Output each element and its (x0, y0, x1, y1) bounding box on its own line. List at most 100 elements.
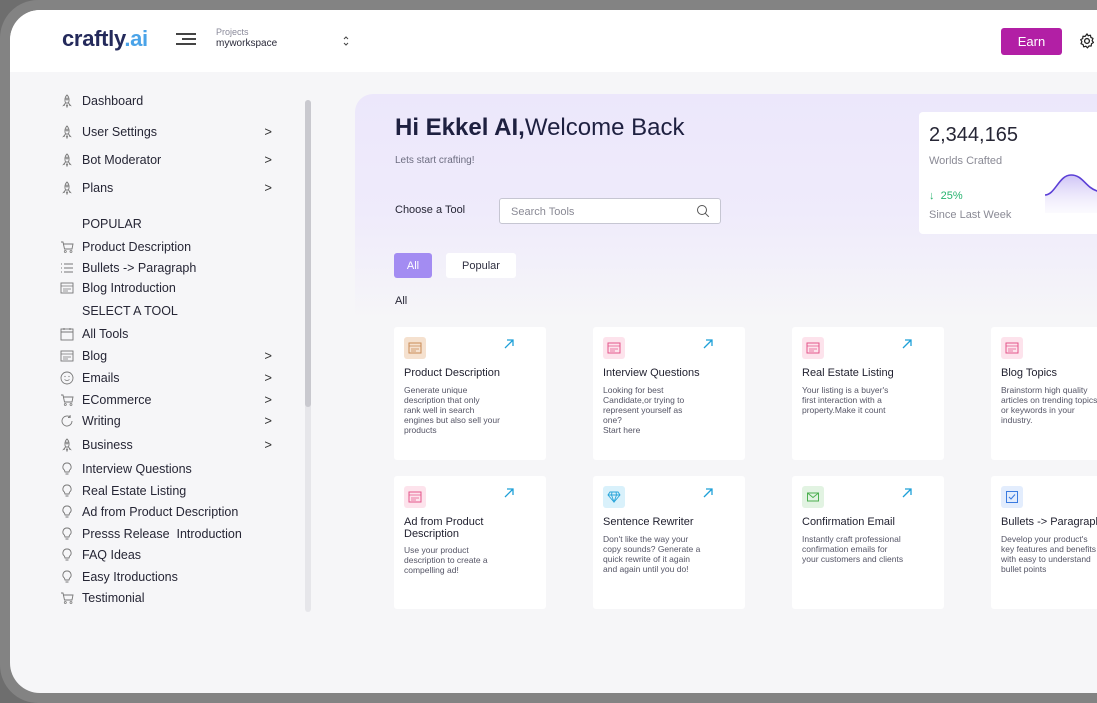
stats-change: ↓ 25% (929, 190, 963, 202)
stats-change-value: 25% (940, 190, 963, 202)
craftly-logo[interactable]: craftly.ai (62, 26, 148, 52)
calendar-icon (60, 327, 74, 341)
tool-card-real-estate-listing[interactable]: Real Estate Listing Your listing is a bu… (792, 327, 944, 460)
sidebar-item-label: Interview Questions (82, 462, 192, 476)
sidebar-item-ad-from-product-description[interactable]: Ad from Product Description (60, 503, 272, 521)
search-icon[interactable] (696, 204, 710, 218)
page-subtitle: Lets start crafting! (395, 155, 475, 166)
sidebar: Dashboard User Settings > Bot Moderator … (10, 72, 320, 632)
chevron-right-icon: > (264, 392, 272, 407)
tool-title: Product Description (404, 367, 500, 379)
bulb-icon (60, 527, 74, 541)
sidebar-item-ecommerce[interactable]: ECommerce > (60, 391, 272, 409)
stats-card: 2,344,165 Worlds Crafted ↓ 25% Since Las… (919, 112, 1097, 234)
sidebar-item-label: Emails (82, 371, 120, 385)
earn-button[interactable]: Earn (1001, 28, 1062, 55)
sidebar-item-label: Ad from Product Description (82, 505, 239, 519)
sidebar-item-label: Dashboard (82, 94, 144, 108)
sidebar-item-user-settings[interactable]: User Settings > (60, 123, 272, 141)
sidebar-item-easy-introductions[interactable]: Easy Itroductions (60, 568, 272, 586)
diamond-icon (603, 486, 625, 508)
bulb-icon (60, 484, 74, 498)
sidebar-item-writing[interactable]: Writing > (60, 412, 272, 430)
tool-card-bullets-paragraph[interactable]: Bullets -> Paragraph Develop your produc… (991, 476, 1097, 609)
project-label: Projects (216, 27, 249, 37)
bulb-icon (60, 548, 74, 562)
sidebar-item-label: Real Estate Listing (82, 484, 187, 498)
smile-icon (60, 371, 74, 385)
sidebar-item-testimonial[interactable]: Testimonial (60, 589, 272, 607)
open-arrow-icon[interactable] (701, 486, 715, 500)
sidebar-scrollbar[interactable] (305, 100, 311, 612)
sidebar-item-label: Plans (82, 181, 114, 195)
open-arrow-icon[interactable] (900, 486, 914, 500)
sidebar-item-faq-ideas[interactable]: FAQ Ideas (60, 546, 272, 564)
tool-title: Confirmation Email (802, 516, 895, 528)
bulb-icon (60, 462, 74, 476)
chevron-right-icon: > (264, 370, 272, 385)
tool-title: Real Estate Listing (802, 367, 894, 379)
filter-label: All (395, 295, 408, 307)
blog-icon (1001, 337, 1023, 359)
stats-label: Worlds Crafted (929, 155, 1003, 167)
sidebar-item-product-description[interactable]: Product Description (60, 238, 272, 256)
tool-card-sentence-rewriter[interactable]: Sentence Rewriter Don't like the way you… (593, 476, 745, 609)
search-input[interactable] (509, 199, 693, 225)
sidebar-item-all-tools[interactable]: All Tools (60, 325, 272, 343)
tab-popular[interactable]: Popular (446, 253, 516, 278)
sidebar-item-blog[interactable]: Blog > (60, 347, 272, 365)
project-selector[interactable]: Projects myworkspace (216, 27, 277, 49)
tool-description: Develop your product's key features and b… (1001, 534, 1096, 574)
stats-since: Since Last Week (929, 209, 1012, 221)
sidebar-item-press-release[interactable]: Presss Release Introduction (60, 525, 272, 543)
blog-icon (60, 281, 74, 295)
open-arrow-icon[interactable] (900, 337, 914, 351)
sidebar-item-label: Product Description (82, 240, 192, 254)
tool-description: Don't like the way your copy sounds? Gene… (603, 534, 701, 574)
tool-description: Brainstorm high quality articles on trend… (1001, 385, 1097, 425)
scrollbar-thumb[interactable] (305, 100, 311, 407)
tool-card-product-description[interactable]: Product Description Generate unique descr… (394, 327, 546, 460)
blog-icon (802, 337, 824, 359)
sidebar-item-real-estate-listing[interactable]: Real Estate Listing (60, 482, 272, 500)
checkbox-icon (1001, 486, 1023, 508)
open-arrow-icon[interactable] (502, 486, 516, 500)
sidebar-item-interview-questions[interactable]: Interview Questions (60, 460, 272, 478)
sidebar-item-label: User Settings (82, 125, 158, 139)
chevron-right-icon: > (264, 152, 272, 167)
tool-card-blog-topics[interactable]: Blog Topics Brainstorm high quality artic… (991, 327, 1097, 460)
sidebar-item-label: Presss Release Introduction (82, 527, 242, 541)
tool-title: Bullets -> Paragraph (1001, 516, 1097, 528)
tool-title: Blog Topics (1001, 367, 1058, 379)
tool-card-ad-from-product-description[interactable]: Ad from Product Description Use your pro… (394, 476, 546, 609)
tool-description: Your listing is a buyer's first interacti… (802, 385, 889, 415)
app-window: craftly.ai Projects myworkspace Earn Das… (10, 10, 1097, 693)
tool-description: Instantly craft professional confirmation… (802, 534, 904, 564)
tab-all[interactable]: All (394, 253, 432, 278)
sidebar-item-blog-introduction[interactable]: Blog Introduction (60, 279, 272, 297)
sidebar-item-label: FAQ Ideas (82, 548, 142, 562)
tool-card-confirmation-email[interactable]: Confirmation Email Instantly craft profe… (792, 476, 944, 609)
open-arrow-icon[interactable] (701, 337, 715, 351)
sidebar-item-emails[interactable]: Emails > (60, 369, 272, 387)
popular-heading: POPULAR (82, 217, 142, 231)
chevron-right-icon: > (264, 124, 272, 139)
expand-icon[interactable] (343, 35, 349, 50)
menu-icon[interactable] (176, 31, 196, 47)
sidebar-item-dashboard[interactable]: Dashboard (60, 92, 272, 110)
top-bar: craftly.ai Projects myworkspace Earn (10, 10, 1097, 72)
sparkline-chart (1045, 174, 1097, 213)
sidebar-item-bot-moderator[interactable]: Bot Moderator > (60, 151, 272, 169)
gear-icon[interactable] (1078, 32, 1096, 50)
rocket-icon (60, 153, 74, 167)
cart-icon (60, 240, 74, 254)
sidebar-item-bullets-paragraph[interactable]: Bullets -> Paragraph (60, 259, 272, 277)
tool-title: Ad from Product Description (404, 516, 484, 540)
open-arrow-icon[interactable] (502, 337, 516, 351)
sidebar-item-plans[interactable]: Plans > (60, 179, 272, 197)
stats-value: 2,344,165 (929, 124, 1018, 146)
project-name: myworkspace (216, 38, 278, 49)
sidebar-item-business[interactable]: Business > (60, 436, 272, 454)
logo-ai-text: .ai (124, 26, 148, 51)
tool-card-interview-questions[interactable]: Interview Questions Looking for best Cand… (593, 327, 745, 460)
